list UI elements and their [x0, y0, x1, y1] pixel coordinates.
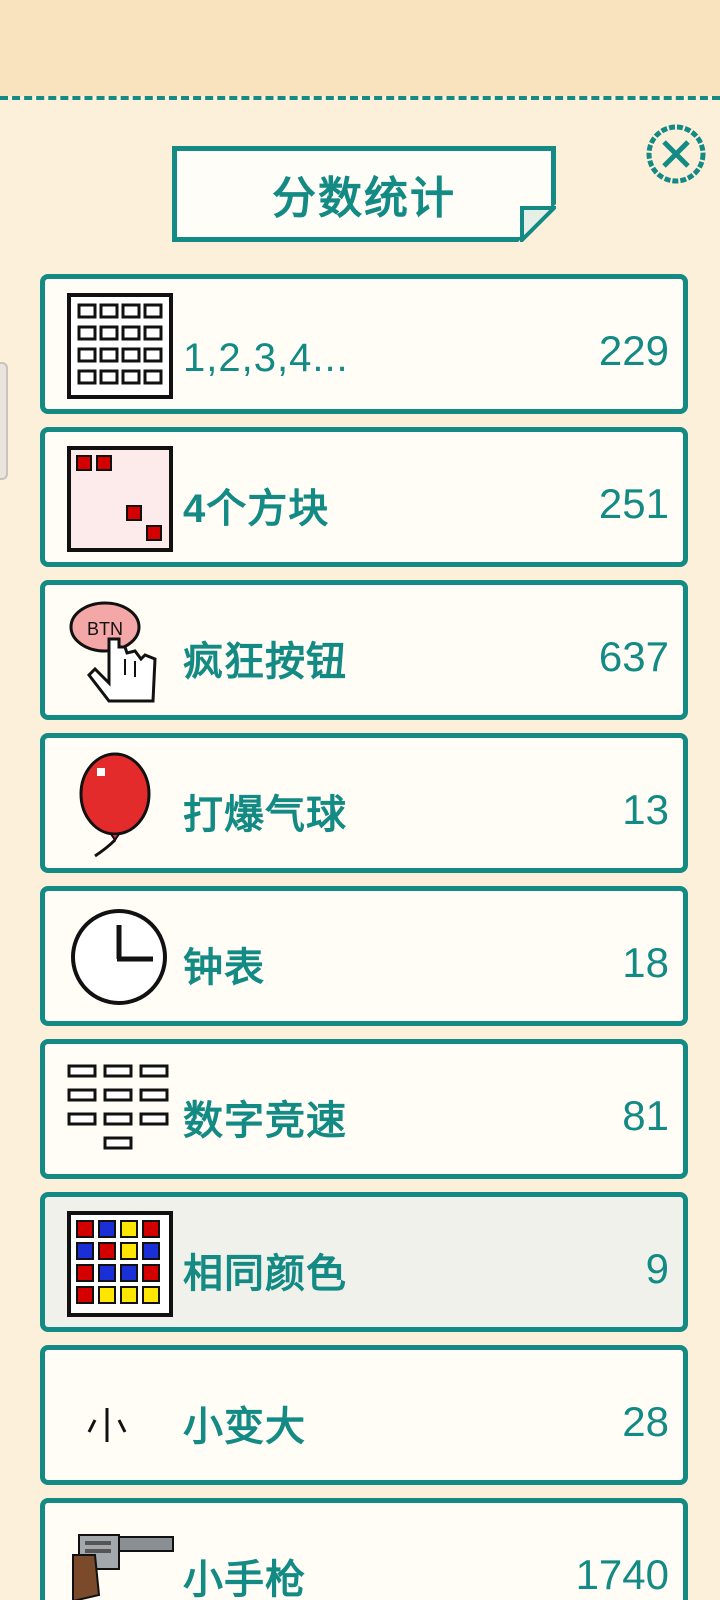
item-score: 1740 — [575, 1551, 669, 1598]
list-item[interactable]: 相同颜色 9 — [40, 1192, 688, 1332]
item-score: 637 — [598, 633, 669, 680]
item-score: 9 — [645, 1245, 669, 1292]
item-score: 28 — [622, 1398, 669, 1445]
item-score: 18 — [622, 939, 669, 986]
item-score: 251 — [598, 480, 669, 527]
item-label: 相同颜色 — [183, 1252, 347, 1296]
item-score: 13 — [622, 786, 669, 833]
number-grid-icon — [65, 291, 175, 401]
color-grid-icon — [65, 1209, 175, 1319]
item-label: 数字竞速 — [183, 1099, 347, 1143]
status-area — [0, 0, 720, 98]
stats-panel: 分数统计 1,2,3,4... 229 4个方块 251 BTN 疯狂按钮 63… — [0, 96, 720, 1600]
number-keys-icon — [65, 1056, 175, 1166]
close-icon — [646, 124, 706, 184]
balloon-icon — [65, 750, 175, 860]
revolver-icon — [65, 1515, 175, 1600]
list-item[interactable]: 打爆气球 13 — [40, 733, 688, 873]
clock-icon — [65, 903, 175, 1013]
item-score: 81 — [622, 1092, 669, 1139]
list-item[interactable]: 小变大 28 — [40, 1345, 688, 1485]
panel-body: 分数统计 1,2,3,4... 229 4个方块 251 BTN 疯狂按钮 63… — [4, 100, 716, 1600]
item-score: 229 — [598, 327, 669, 374]
list-item[interactable]: 数字竞速 81 — [40, 1039, 688, 1179]
list-item[interactable]: 1,2,3,4... 229 — [40, 274, 688, 414]
list-item[interactable]: BTN 疯狂按钮 637 — [40, 580, 688, 720]
btn-pointer-icon: BTN — [65, 597, 175, 707]
item-label: 疯狂按钮 — [183, 640, 347, 684]
page-fold-icon — [518, 204, 556, 242]
score-list: 1,2,3,4... 229 4个方块 251 BTN 疯狂按钮 637 打爆气… — [40, 274, 688, 1600]
list-item[interactable]: 4个方块 251 — [40, 427, 688, 567]
item-label: 钟表 — [183, 946, 265, 990]
four-blocks-icon — [65, 444, 175, 554]
item-label: 1,2,3,4... — [183, 336, 349, 380]
title-box: 分数统计 — [172, 146, 556, 242]
item-label: 小手枪 — [183, 1558, 306, 1600]
item-label: 4个方块 — [183, 487, 330, 531]
close-button[interactable] — [644, 122, 708, 186]
small-to-big-icon — [65, 1362, 175, 1472]
list-item[interactable]: 钟表 18 — [40, 886, 688, 1026]
svg-text:BTN: BTN — [87, 619, 123, 639]
side-handle[interactable] — [0, 362, 8, 480]
item-label: 小变大 — [183, 1405, 306, 1449]
page-title: 分数统计 — [272, 174, 456, 223]
item-label: 打爆气球 — [183, 793, 347, 837]
list-item[interactable]: 小手枪 1740 — [40, 1498, 688, 1600]
